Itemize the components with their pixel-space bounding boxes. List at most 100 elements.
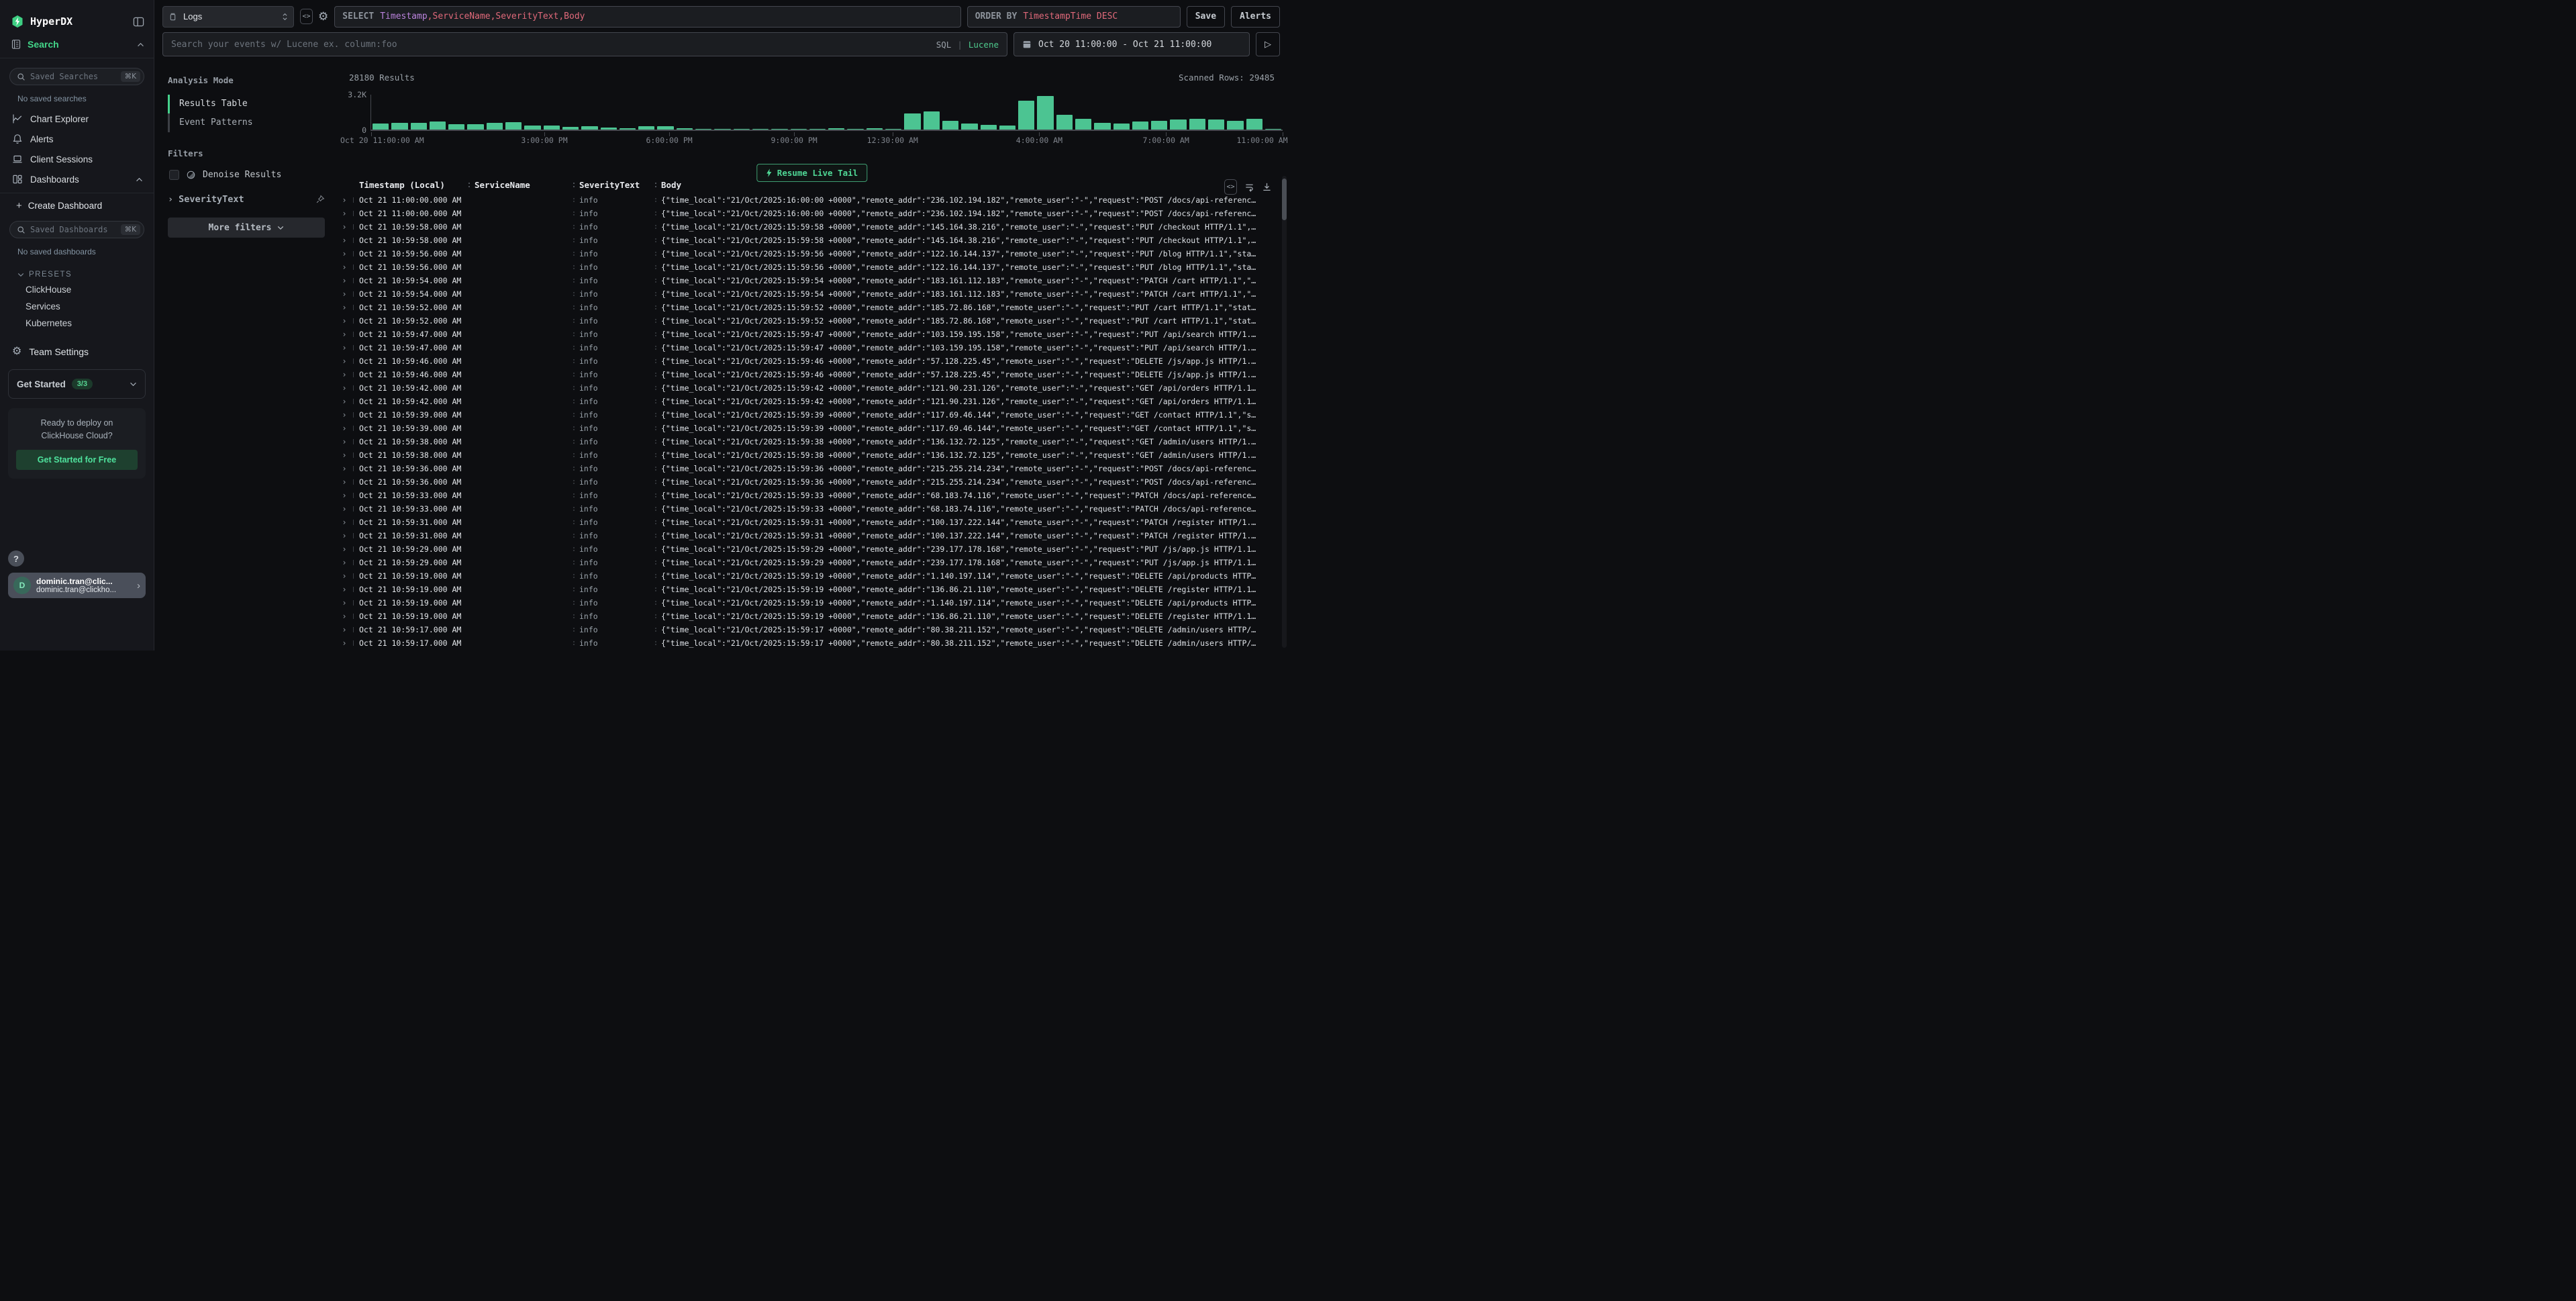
- code-editor-icon[interactable]: <>: [300, 9, 313, 24]
- table-row[interactable]: ›Oct 21 10:59:52.000 AMinfo{"time_local"…: [336, 314, 1279, 328]
- user-menu[interactable]: D dominic.tran@clic... dominic.tran@clic…: [8, 573, 146, 598]
- presets-toggle[interactable]: PRESETS: [17, 271, 146, 279]
- severity-filter-group[interactable]: › SeverityText: [168, 194, 325, 205]
- table-row[interactable]: ›Oct 21 10:59:42.000 AMinfo{"time_local"…: [336, 381, 1279, 395]
- table-row[interactable]: ›Oct 21 10:59:36.000 AMinfo{"time_local"…: [336, 475, 1279, 489]
- row-expand-icon[interactable]: ›: [336, 410, 353, 420]
- table-row[interactable]: ›Oct 21 10:59:36.000 AMinfo{"time_local"…: [336, 462, 1279, 475]
- source-select[interactable]: Logs: [162, 6, 294, 28]
- table-row[interactable]: ›Oct 21 10:59:46.000 AMinfo{"time_local"…: [336, 368, 1279, 381]
- denoise-results-option[interactable]: Denoise Results: [169, 170, 325, 180]
- row-expand-icon[interactable]: ›: [336, 531, 353, 540]
- sidebar-item-dashboards[interactable]: Dashboards: [8, 169, 146, 189]
- column-header-timestamp-local-[interactable]: Timestamp (Local): [353, 180, 468, 190]
- row-expand-icon[interactable]: ›: [336, 585, 353, 594]
- row-expand-icon[interactable]: ›: [336, 544, 353, 554]
- row-expand-icon[interactable]: ›: [336, 356, 353, 366]
- scrollbar-thumb[interactable]: [1282, 179, 1287, 220]
- table-row[interactable]: ›Oct 21 10:59:56.000 AMinfo{"time_local"…: [336, 260, 1279, 274]
- table-row[interactable]: ›Oct 21 10:59:47.000 AMinfo{"time_local"…: [336, 341, 1279, 354]
- table-row[interactable]: ›Oct 21 10:59:54.000 AMinfo{"time_local"…: [336, 274, 1279, 287]
- table-row[interactable]: ›Oct 21 10:59:39.000 AMinfo{"time_local"…: [336, 408, 1279, 422]
- column-header-servicename[interactable]: ServiceName: [468, 180, 573, 190]
- row-expand-icon[interactable]: ›: [336, 424, 353, 433]
- table-row[interactable]: ›Oct 21 10:59:29.000 AMinfo{"time_local"…: [336, 542, 1279, 556]
- row-expand-icon[interactable]: ›: [336, 625, 353, 634]
- sidebar-collapse-icon[interactable]: [133, 16, 144, 28]
- row-expand-icon[interactable]: ›: [336, 195, 353, 205]
- scrollbar[interactable]: [1282, 176, 1287, 648]
- table-row[interactable]: ›Oct 21 10:59:58.000 AMinfo{"time_local"…: [336, 220, 1279, 234]
- table-row[interactable]: ›Oct 21 10:59:31.000 AMinfo{"time_local"…: [336, 516, 1279, 529]
- sidebar-item-client-sessions[interactable]: Client Sessions: [8, 149, 146, 169]
- row-expand-icon[interactable]: ›: [336, 558, 353, 567]
- row-expand-icon[interactable]: ›: [336, 289, 353, 299]
- table-row[interactable]: ›Oct 21 10:59:17.000 AMinfo{"time_local"…: [336, 636, 1279, 650]
- column-header-body[interactable]: Body: [655, 180, 1279, 190]
- get-started-accordion[interactable]: Get Started 3/3: [8, 369, 146, 399]
- create-dashboard-button[interactable]: + Create Dashboard: [8, 196, 146, 215]
- table-row[interactable]: ›Oct 21 11:00:00.000 AMinfo{"time_local"…: [336, 193, 1279, 207]
- row-expand-icon[interactable]: ›: [336, 450, 353, 460]
- preset-item-kubernetes[interactable]: Kubernetes: [8, 315, 146, 332]
- sidebar-section-search[interactable]: Search: [0, 28, 154, 58]
- sidebar-item-chart-explorer[interactable]: Chart Explorer: [8, 109, 146, 129]
- row-expand-icon[interactable]: ›: [336, 491, 353, 500]
- row-expand-icon[interactable]: ›: [336, 262, 353, 272]
- row-expand-icon[interactable]: ›: [336, 316, 353, 326]
- row-expand-icon[interactable]: ›: [336, 249, 353, 258]
- preset-item-clickhouse[interactable]: ClickHouse: [8, 281, 146, 298]
- row-expand-icon[interactable]: ›: [336, 504, 353, 514]
- results-histogram[interactable]: [371, 95, 1283, 131]
- table-row[interactable]: ›Oct 21 10:59:33.000 AMinfo{"time_local"…: [336, 502, 1279, 516]
- row-expand-icon[interactable]: ›: [336, 276, 353, 285]
- get-started-free-button[interactable]: Get Started for Free: [16, 450, 138, 470]
- row-expand-icon[interactable]: ›: [336, 464, 353, 473]
- table-row[interactable]: ›Oct 21 10:59:19.000 AMinfo{"time_local"…: [336, 583, 1279, 596]
- order-by-input[interactable]: ORDER BY TimestampTime DESC: [967, 6, 1181, 28]
- table-row[interactable]: ›Oct 21 10:59:19.000 AMinfo{"time_local"…: [336, 610, 1279, 623]
- help-button[interactable]: ?: [8, 550, 24, 567]
- table-row[interactable]: ›Oct 21 10:59:56.000 AMinfo{"time_local"…: [336, 247, 1279, 260]
- table-row[interactable]: ›Oct 21 10:59:39.000 AMinfo{"time_local"…: [336, 422, 1279, 435]
- event-search-input[interactable]: Search your events w/ Lucene ex. column:…: [162, 32, 1007, 56]
- time-range-picker[interactable]: Oct 20 11:00:00 - Oct 21 11:00:00: [1013, 32, 1250, 56]
- table-row[interactable]: ›Oct 21 10:59:38.000 AMinfo{"time_local"…: [336, 435, 1279, 448]
- save-button[interactable]: Save: [1187, 6, 1225, 28]
- table-row[interactable]: ›Oct 21 10:59:33.000 AMinfo{"time_local"…: [336, 489, 1279, 502]
- table-row[interactable]: ›Oct 21 10:59:46.000 AMinfo{"time_local"…: [336, 354, 1279, 368]
- table-row[interactable]: ›Oct 21 10:59:54.000 AMinfo{"time_local"…: [336, 287, 1279, 301]
- saved-dashboards-input[interactable]: Saved Dashboards ⌘K: [9, 221, 144, 238]
- row-expand-icon[interactable]: ›: [336, 598, 353, 608]
- row-expand-icon[interactable]: ›: [336, 236, 353, 245]
- row-expand-icon[interactable]: ›: [336, 437, 353, 446]
- run-query-button[interactable]: ▷: [1256, 32, 1280, 56]
- saved-searches-input[interactable]: Saved Searches ⌘K: [9, 68, 144, 85]
- row-expand-icon[interactable]: ›: [336, 638, 353, 648]
- table-row[interactable]: ›Oct 21 10:59:19.000 AMinfo{"time_local"…: [336, 569, 1279, 583]
- analysis-mode-event-patterns[interactable]: Event Patterns: [168, 113, 325, 132]
- row-expand-icon[interactable]: ›: [336, 383, 353, 393]
- row-expand-icon[interactable]: ›: [336, 330, 353, 339]
- lucene-mode-toggle[interactable]: Lucene: [969, 40, 999, 50]
- table-row[interactable]: ›Oct 21 10:59:17.000 AMinfo{"time_local"…: [336, 623, 1279, 636]
- table-row[interactable]: ›Oct 21 11:00:00.000 AMinfo{"time_local"…: [336, 207, 1279, 220]
- row-expand-icon[interactable]: ›: [336, 303, 353, 312]
- row-expand-icon[interactable]: ›: [336, 209, 353, 218]
- row-expand-icon[interactable]: ›: [336, 222, 353, 232]
- preset-item-services[interactable]: Services: [8, 298, 146, 315]
- table-row[interactable]: ›Oct 21 10:59:29.000 AMinfo{"time_local"…: [336, 556, 1279, 569]
- sidebar-item-alerts[interactable]: Alerts: [8, 129, 146, 149]
- alerts-button[interactable]: Alerts: [1231, 6, 1280, 28]
- more-filters-button[interactable]: More filters: [168, 218, 325, 238]
- analysis-mode-results-table[interactable]: Results Table: [168, 95, 325, 113]
- row-expand-icon[interactable]: ›: [336, 571, 353, 581]
- row-expand-icon[interactable]: ›: [336, 518, 353, 527]
- row-expand-icon[interactable]: ›: [336, 612, 353, 621]
- row-expand-icon[interactable]: ›: [336, 370, 353, 379]
- row-expand-icon[interactable]: ›: [336, 477, 353, 487]
- table-row[interactable]: ›Oct 21 10:59:42.000 AMinfo{"time_local"…: [336, 395, 1279, 408]
- table-row[interactable]: ›Oct 21 10:59:47.000 AMinfo{"time_local"…: [336, 328, 1279, 341]
- column-header-severitytext[interactable]: SeverityText: [573, 180, 655, 190]
- sql-mode-toggle[interactable]: SQL: [936, 40, 952, 50]
